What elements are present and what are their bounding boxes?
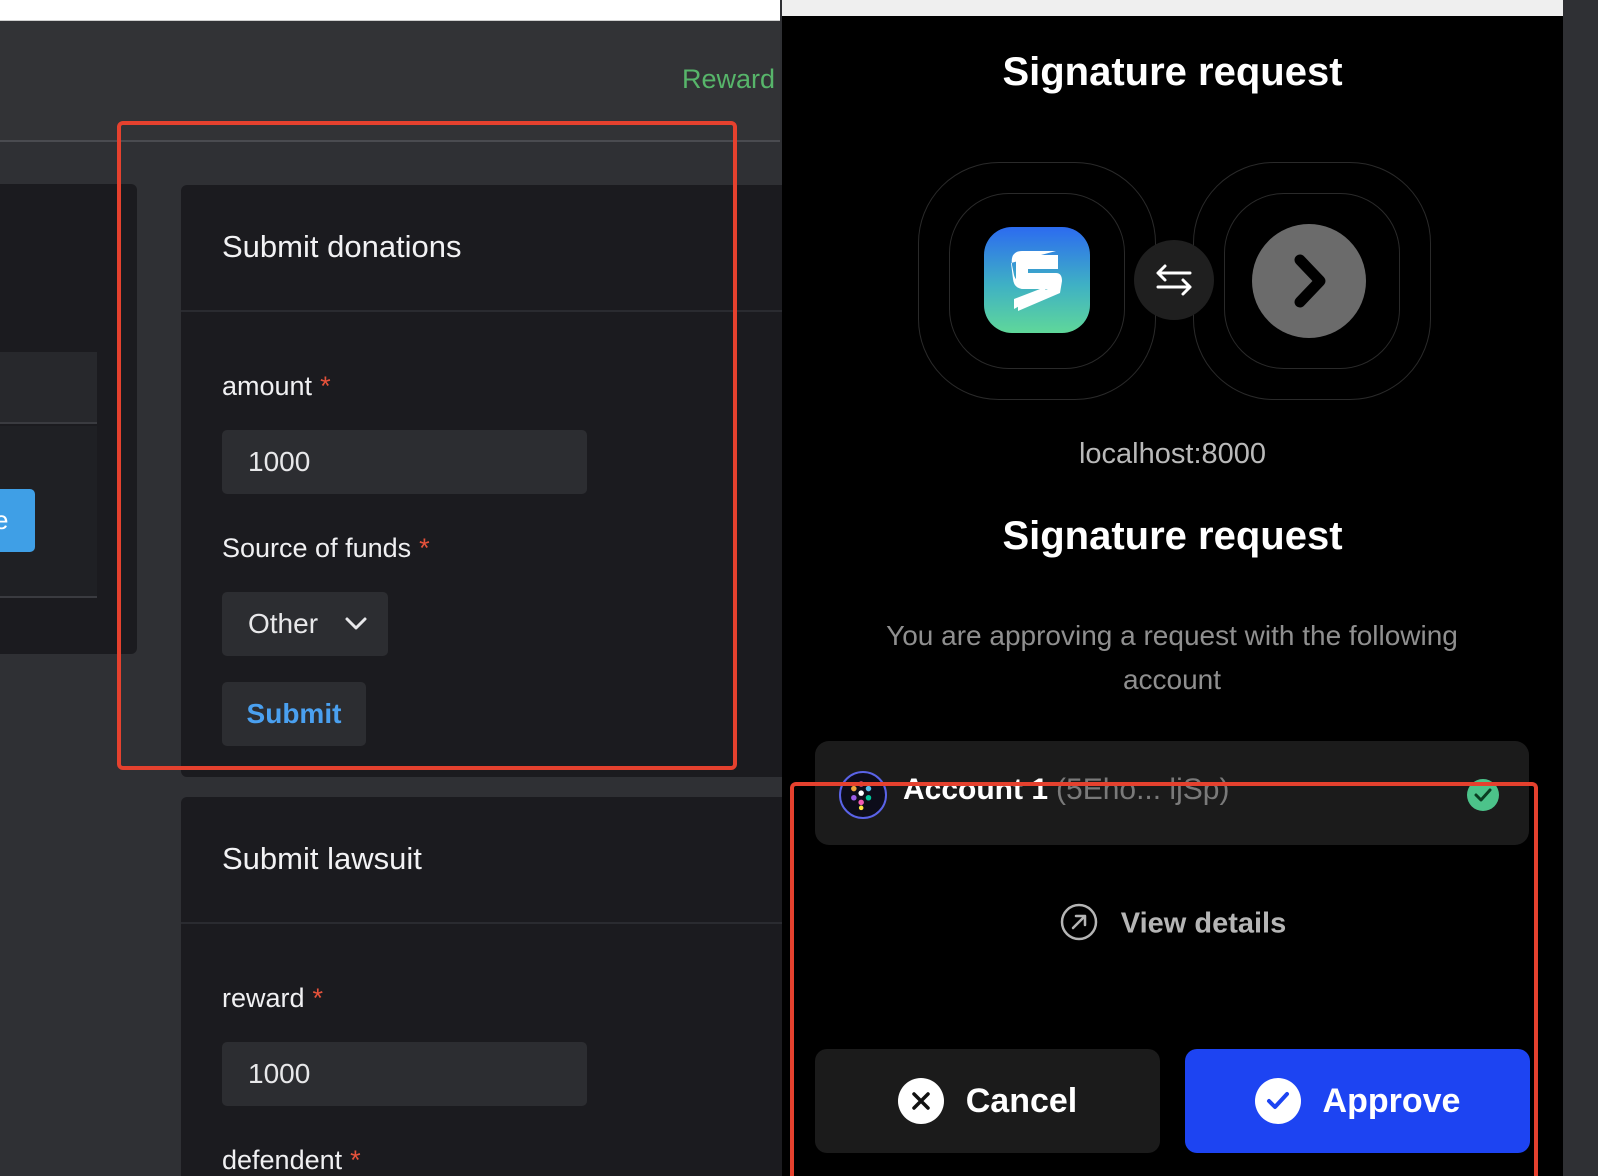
defendent-label-text: defendent xyxy=(222,1145,343,1175)
left-card-button[interactable]: e xyxy=(0,489,35,552)
reward-label-text: reward xyxy=(222,983,305,1013)
left-card-button-label: e xyxy=(0,505,9,535)
defendent-label: defendent * xyxy=(222,1145,361,1176)
popup-title: Signature request xyxy=(1002,50,1343,94)
popup-top-strip xyxy=(782,0,1563,16)
left-card-row xyxy=(0,352,97,424)
popup-description: You are approving a request with the fol… xyxy=(886,620,1458,695)
annotation-box xyxy=(117,121,737,770)
popup-subtitle: Signature request xyxy=(1002,514,1343,558)
swap-icon xyxy=(1134,240,1214,320)
reward-input[interactable]: 1000 xyxy=(222,1042,587,1106)
lawsuit-card: Submit lawsuit reward * 1000 defendent * xyxy=(181,797,801,1176)
reward-label: reward * xyxy=(222,983,323,1014)
chevron-right-icon xyxy=(1252,224,1366,338)
annotation-box xyxy=(790,782,1538,1176)
divider xyxy=(181,922,801,924)
required-mark: * xyxy=(312,983,324,1013)
browser-top-strip xyxy=(0,0,780,21)
lawsuit-title: Submit lawsuit xyxy=(222,841,422,876)
site-host: localhost:8000 xyxy=(1078,438,1267,470)
required-mark: * xyxy=(350,1145,361,1175)
background-edge xyxy=(1563,0,1598,1176)
app-logo-icon xyxy=(984,227,1090,333)
nav-reward-link[interactable]: Reward xyxy=(682,64,775,95)
